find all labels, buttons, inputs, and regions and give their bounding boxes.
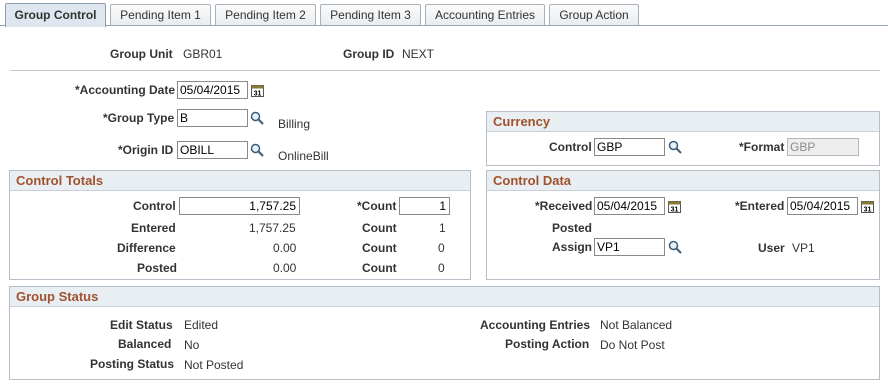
control-label: Control (133, 199, 176, 213)
data-posted-label: Posted (552, 221, 593, 235)
accounting-entries-value: Not Balanced (600, 318, 673, 332)
difference-count-label: Count (362, 241, 397, 255)
posting-action-label: Posting Action (505, 337, 590, 351)
tab-accounting-entries[interactable]: Accounting Entries (425, 4, 545, 26)
control-data-group: Control Data (486, 170, 880, 280)
difference-amount: 0.00 (273, 241, 297, 255)
currency-title: Currency (487, 112, 879, 132)
calendar-icon[interactable]: 31 (251, 84, 264, 97)
lookup-magnifier-icon[interactable] (668, 240, 682, 254)
posting-status-value: Not Posted (184, 358, 244, 372)
tab-group-action[interactable]: Group Action (549, 4, 639, 26)
svg-text:31: 31 (671, 207, 679, 214)
balanced-value: No (184, 338, 200, 352)
group-type-description: Billing (278, 117, 311, 131)
control-count-input[interactable] (399, 197, 450, 215)
tab-underline (0, 25, 888, 26)
entered-count: 1 (439, 221, 446, 235)
svg-text:31: 31 (254, 91, 262, 98)
received-date-input[interactable] (594, 197, 665, 215)
user-value: VP1 (792, 241, 815, 255)
origin-id-label: *Origin ID (118, 143, 174, 157)
control-totals-title: Control Totals (10, 171, 470, 191)
entered-date-input[interactable] (787, 197, 858, 215)
posted-amount: 0.00 (273, 261, 297, 275)
currency-control-input[interactable] (594, 138, 665, 156)
group-unit-value: GBR01 (183, 47, 223, 61)
lookup-magnifier-icon[interactable] (668, 140, 682, 154)
count-label: *Count (357, 199, 397, 213)
tab-bar: Group Control Pending Item 1 Pending Ite… (0, 0, 888, 27)
group-type-label: *Group Type (103, 111, 175, 125)
calendar-icon[interactable]: 31 (668, 200, 681, 213)
group-id-label: Group ID (343, 47, 395, 61)
lookup-magnifier-icon[interactable] (250, 143, 264, 157)
tab-pending-item-3[interactable]: Pending Item 3 (320, 4, 421, 26)
svg-text:31: 31 (864, 207, 872, 214)
posting-status-label: Posting Status (90, 357, 175, 371)
posted-count: 0 (438, 261, 445, 275)
control-totals-group: Control Totals (9, 170, 471, 280)
origin-id-description: OnlineBill (278, 149, 329, 163)
posting-action-value: Do Not Post (600, 338, 665, 352)
accounting-entries-label: Accounting Entries (480, 318, 591, 332)
currency-format-label: *Format (739, 140, 785, 154)
tab-group-control[interactable]: Group Control (5, 3, 106, 27)
origin-id-input[interactable] (177, 141, 248, 159)
group-type-input[interactable] (177, 109, 248, 127)
difference-count: 0 (438, 241, 445, 255)
received-label: *Received (535, 199, 593, 213)
group-unit-label: Group Unit (110, 47, 173, 61)
balanced-label: Balanced (118, 337, 172, 351)
entered-amount: 1,757.25 (249, 221, 296, 235)
tab-pending-item-1[interactable]: Pending Item 1 (110, 4, 211, 26)
group-id-value: NEXT (402, 47, 435, 61)
difference-label: Difference (117, 241, 176, 255)
entered-count-label: Count (362, 221, 397, 235)
header-divider (10, 70, 880, 71)
tab-pending-item-2[interactable]: Pending Item 2 (215, 4, 316, 26)
accounting-date-input[interactable] (177, 81, 248, 99)
entered-date-label: *Entered (735, 199, 785, 213)
currency-format-input (787, 138, 859, 156)
edit-status-label: Edit Status (110, 318, 173, 332)
control-amount-input[interactable] (179, 197, 300, 215)
posted-count-label: Count (362, 261, 397, 275)
lookup-magnifier-icon[interactable] (250, 111, 264, 125)
currency-control-label: Control (549, 140, 592, 154)
assign-input[interactable] (594, 238, 665, 256)
posted-label: Posted (137, 261, 178, 275)
calendar-icon[interactable]: 31 (861, 200, 874, 213)
assign-label: Assign (552, 240, 593, 254)
accounting-date-label: *Accounting Date (75, 83, 176, 97)
edit-status-value: Edited (184, 318, 219, 332)
control-data-title: Control Data (487, 171, 879, 191)
user-label: User (758, 241, 785, 255)
group-status-title: Group Status (10, 287, 879, 307)
entered-label: Entered (131, 221, 176, 235)
